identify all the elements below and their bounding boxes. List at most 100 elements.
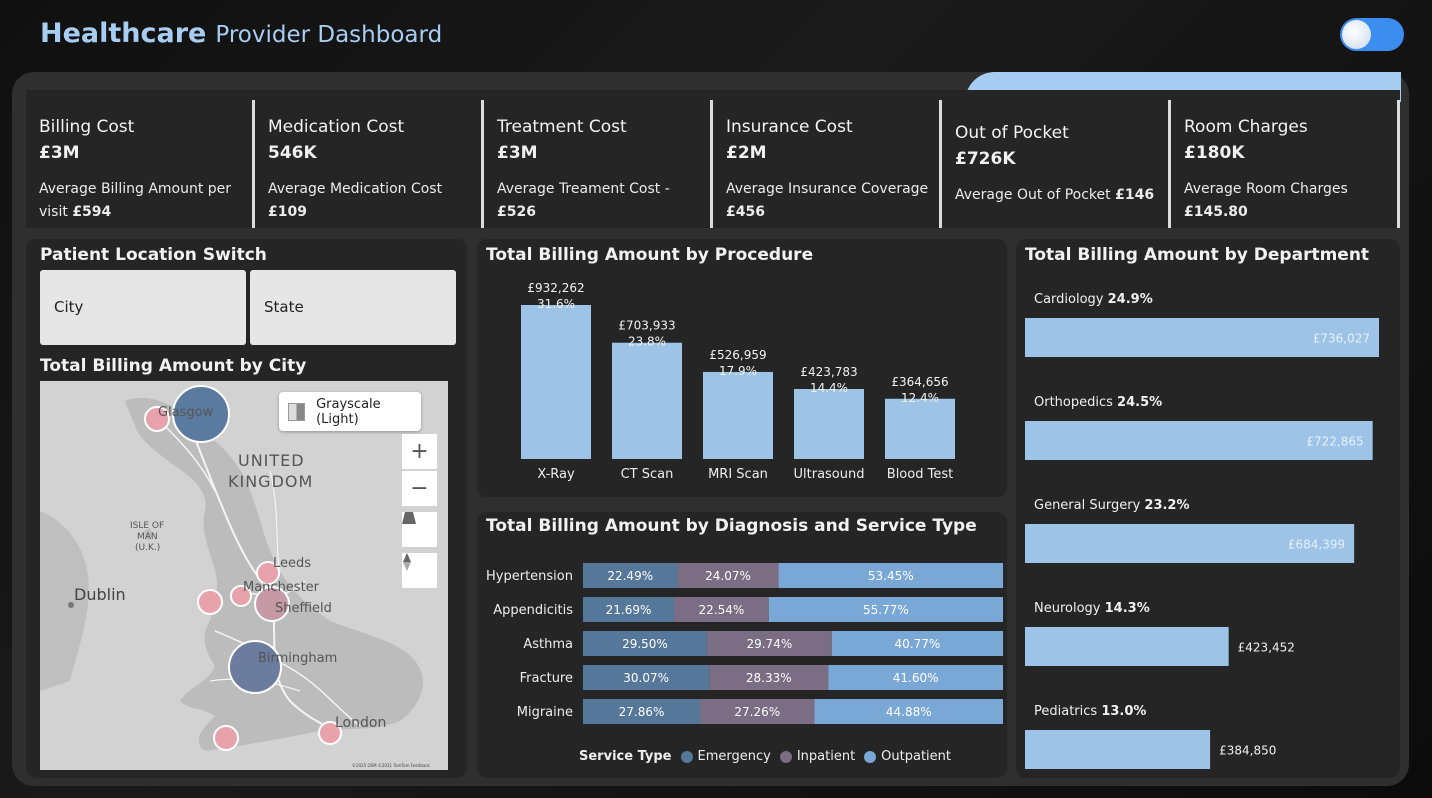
page-subtitle: Provider Dashboard xyxy=(215,22,443,48)
map-land xyxy=(40,381,448,770)
state-button[interactable]: State xyxy=(250,270,456,345)
diagnosis-category-label: Migraine xyxy=(517,705,573,720)
compass-button[interactable] xyxy=(402,553,437,588)
city-map[interactable]: Glasgow UNITED KINGDOM ISLE OF MAN (U.K.… xyxy=(40,381,448,770)
department-value-label: £736,027 xyxy=(1313,332,1370,346)
kpi-strip: Billing Cost £3M Average Billing Amount … xyxy=(26,90,1400,228)
diagnosis-category-label: Hypertension xyxy=(486,569,573,584)
map-region-label: (U.K.) xyxy=(135,543,161,553)
city-button[interactable]: City xyxy=(40,270,246,345)
kpi-card-insurance: Insurance Cost £2M Average Insurance Cov… xyxy=(713,90,942,228)
diagnosis-segment-label: 44.88% xyxy=(886,705,932,719)
dashboard-header: Healthcare Provider Dashboard xyxy=(40,18,442,58)
map-style-label: Grayscale (Light) xyxy=(316,396,381,427)
diagnosis-segment-label: 27.86% xyxy=(619,705,665,719)
tilt-button[interactable] xyxy=(402,512,437,547)
legend-item-outpatient[interactable]: Outpatient xyxy=(881,749,951,764)
kpi-card-medication: Medication Cost 546K Average Medication … xyxy=(255,90,484,228)
kpi-subtext: Average Medication Cost £109 xyxy=(268,181,443,220)
procedure-percent-label: 14.4% xyxy=(810,381,848,395)
diagnosis-segment-label: 55.77% xyxy=(863,603,909,617)
legend-item-emergency[interactable]: Emergency xyxy=(698,749,771,764)
procedure-bar xyxy=(612,342,682,459)
procedure-category-label: X-Ray xyxy=(537,467,575,482)
department-percent: 24.9% xyxy=(1108,292,1153,307)
procedure-bar xyxy=(885,398,955,459)
procedure-percent-label: 17.9% xyxy=(719,364,757,378)
kpi-label: Insurance Cost xyxy=(726,117,853,137)
kpi-sub-value: £456 xyxy=(726,204,765,220)
kpi-subtext: Average Treament Cost - £526 xyxy=(497,181,670,220)
procedure-value-label: £932,262 xyxy=(527,281,584,295)
map-city-label: Leeds xyxy=(273,556,312,571)
department-name: Pediatrics xyxy=(1034,704,1101,719)
procedure-percent-label: 31.6% xyxy=(537,297,575,311)
department-value-label: £384,850 xyxy=(1219,744,1276,758)
legend-title: Service Type xyxy=(579,749,672,764)
diagnosis-segment-label: 30.07% xyxy=(623,671,669,685)
department-percent: 13.0% xyxy=(1101,704,1146,719)
procedure-value-label: £364,656 xyxy=(891,375,948,389)
map-city-label: London xyxy=(335,715,387,731)
department-label: Orthopedics 24.5% xyxy=(1034,395,1162,410)
procedure-value-label: £703,933 xyxy=(618,319,675,333)
kpi-label: Billing Cost xyxy=(39,117,135,137)
map-region-label: MAN xyxy=(137,532,158,542)
diagnosis-segment-label: 21.69% xyxy=(606,603,652,617)
diagnosis-chart: Hypertension 22.49% 24.07% 53.45% Appendicit… xyxy=(486,563,1004,724)
location-switch-title: Patient Location Switch xyxy=(40,245,267,265)
diagnosis-segment-label: 22.49% xyxy=(607,569,653,583)
procedure-bar xyxy=(703,371,773,459)
department-value-label: £423,452 xyxy=(1238,641,1295,655)
diagnosis-segment-label: 28.33% xyxy=(746,671,792,685)
zoom-in-button[interactable]: + xyxy=(402,434,437,469)
procedure-percent-label: 12.4% xyxy=(901,391,939,405)
kpi-value: £3M xyxy=(39,143,80,163)
map-style-selector[interactable]: Grayscale (Light) xyxy=(279,392,421,431)
tilt-icon xyxy=(402,512,416,524)
kpi-subtext: Average Billing Amount per visit £594 xyxy=(39,181,232,220)
diagnosis-segment-label: 29.74% xyxy=(746,637,792,651)
department-bar xyxy=(1025,627,1229,666)
department-percent: 23.2% xyxy=(1144,498,1189,513)
procedure-bar xyxy=(794,388,864,459)
department-name: Neurology xyxy=(1034,601,1105,616)
kpi-subtext: Average Insurance Coverage £456 xyxy=(726,181,929,220)
kpi-sub-value: £145.80 xyxy=(1184,204,1248,220)
kpi-label: Out of Pocket xyxy=(955,123,1069,143)
procedure-category-label: Blood Test xyxy=(887,467,953,482)
map-country-label: UNITED xyxy=(238,451,305,470)
theme-toggle[interactable] xyxy=(1340,18,1404,51)
procedure-category-label: Ultrasound xyxy=(794,467,865,482)
kpi-subtext: Average Room Charges £145.80 xyxy=(1184,181,1348,220)
department-label: Pediatrics 13.0% xyxy=(1034,704,1146,719)
department-percent: 24.5% xyxy=(1117,395,1162,410)
map-region-label: ISLE OF xyxy=(130,521,165,531)
department-value-label: £722,865 xyxy=(1306,435,1363,449)
department-name: General Surgery xyxy=(1034,498,1144,513)
kpi-value: £180K xyxy=(1184,143,1245,163)
department-bar xyxy=(1025,730,1211,769)
page-title: Healthcare xyxy=(40,18,207,49)
diagnosis-category-label: Fracture xyxy=(520,671,573,686)
diagnosis-segment-label: 29.50% xyxy=(622,637,668,651)
compass-icon xyxy=(403,553,411,571)
department-label: Cardiology 24.9% xyxy=(1034,292,1153,307)
department-value-label: £684,399 xyxy=(1288,538,1345,552)
legend-item-inpatient[interactable]: Inpatient xyxy=(797,749,855,764)
diagnosis-segment-label: 40.77% xyxy=(895,637,941,651)
kpi-card-out-of-pocket: Out of Pocket £726K Average Out of Pocke… xyxy=(942,90,1171,228)
kpi-label: Room Charges xyxy=(1184,117,1308,137)
map-city-label: Sheffield xyxy=(275,601,332,616)
kpi-value: £3M xyxy=(497,143,538,163)
map-title: Total Billing Amount by City xyxy=(40,356,307,376)
diagnosis-segment-label: 27.26% xyxy=(734,705,780,719)
department-label: Neurology 14.3% xyxy=(1034,601,1150,616)
zoom-out-button[interactable]: − xyxy=(402,471,437,506)
diagnosis-segment-label: 24.07% xyxy=(705,569,751,583)
procedure-percent-label: 23.8% xyxy=(628,335,666,349)
kpi-sub-value: £109 xyxy=(268,204,307,220)
department-name: Cardiology xyxy=(1034,292,1108,307)
kpi-value: £2M xyxy=(726,143,767,163)
map-country-label: KINGDOM xyxy=(228,472,314,491)
